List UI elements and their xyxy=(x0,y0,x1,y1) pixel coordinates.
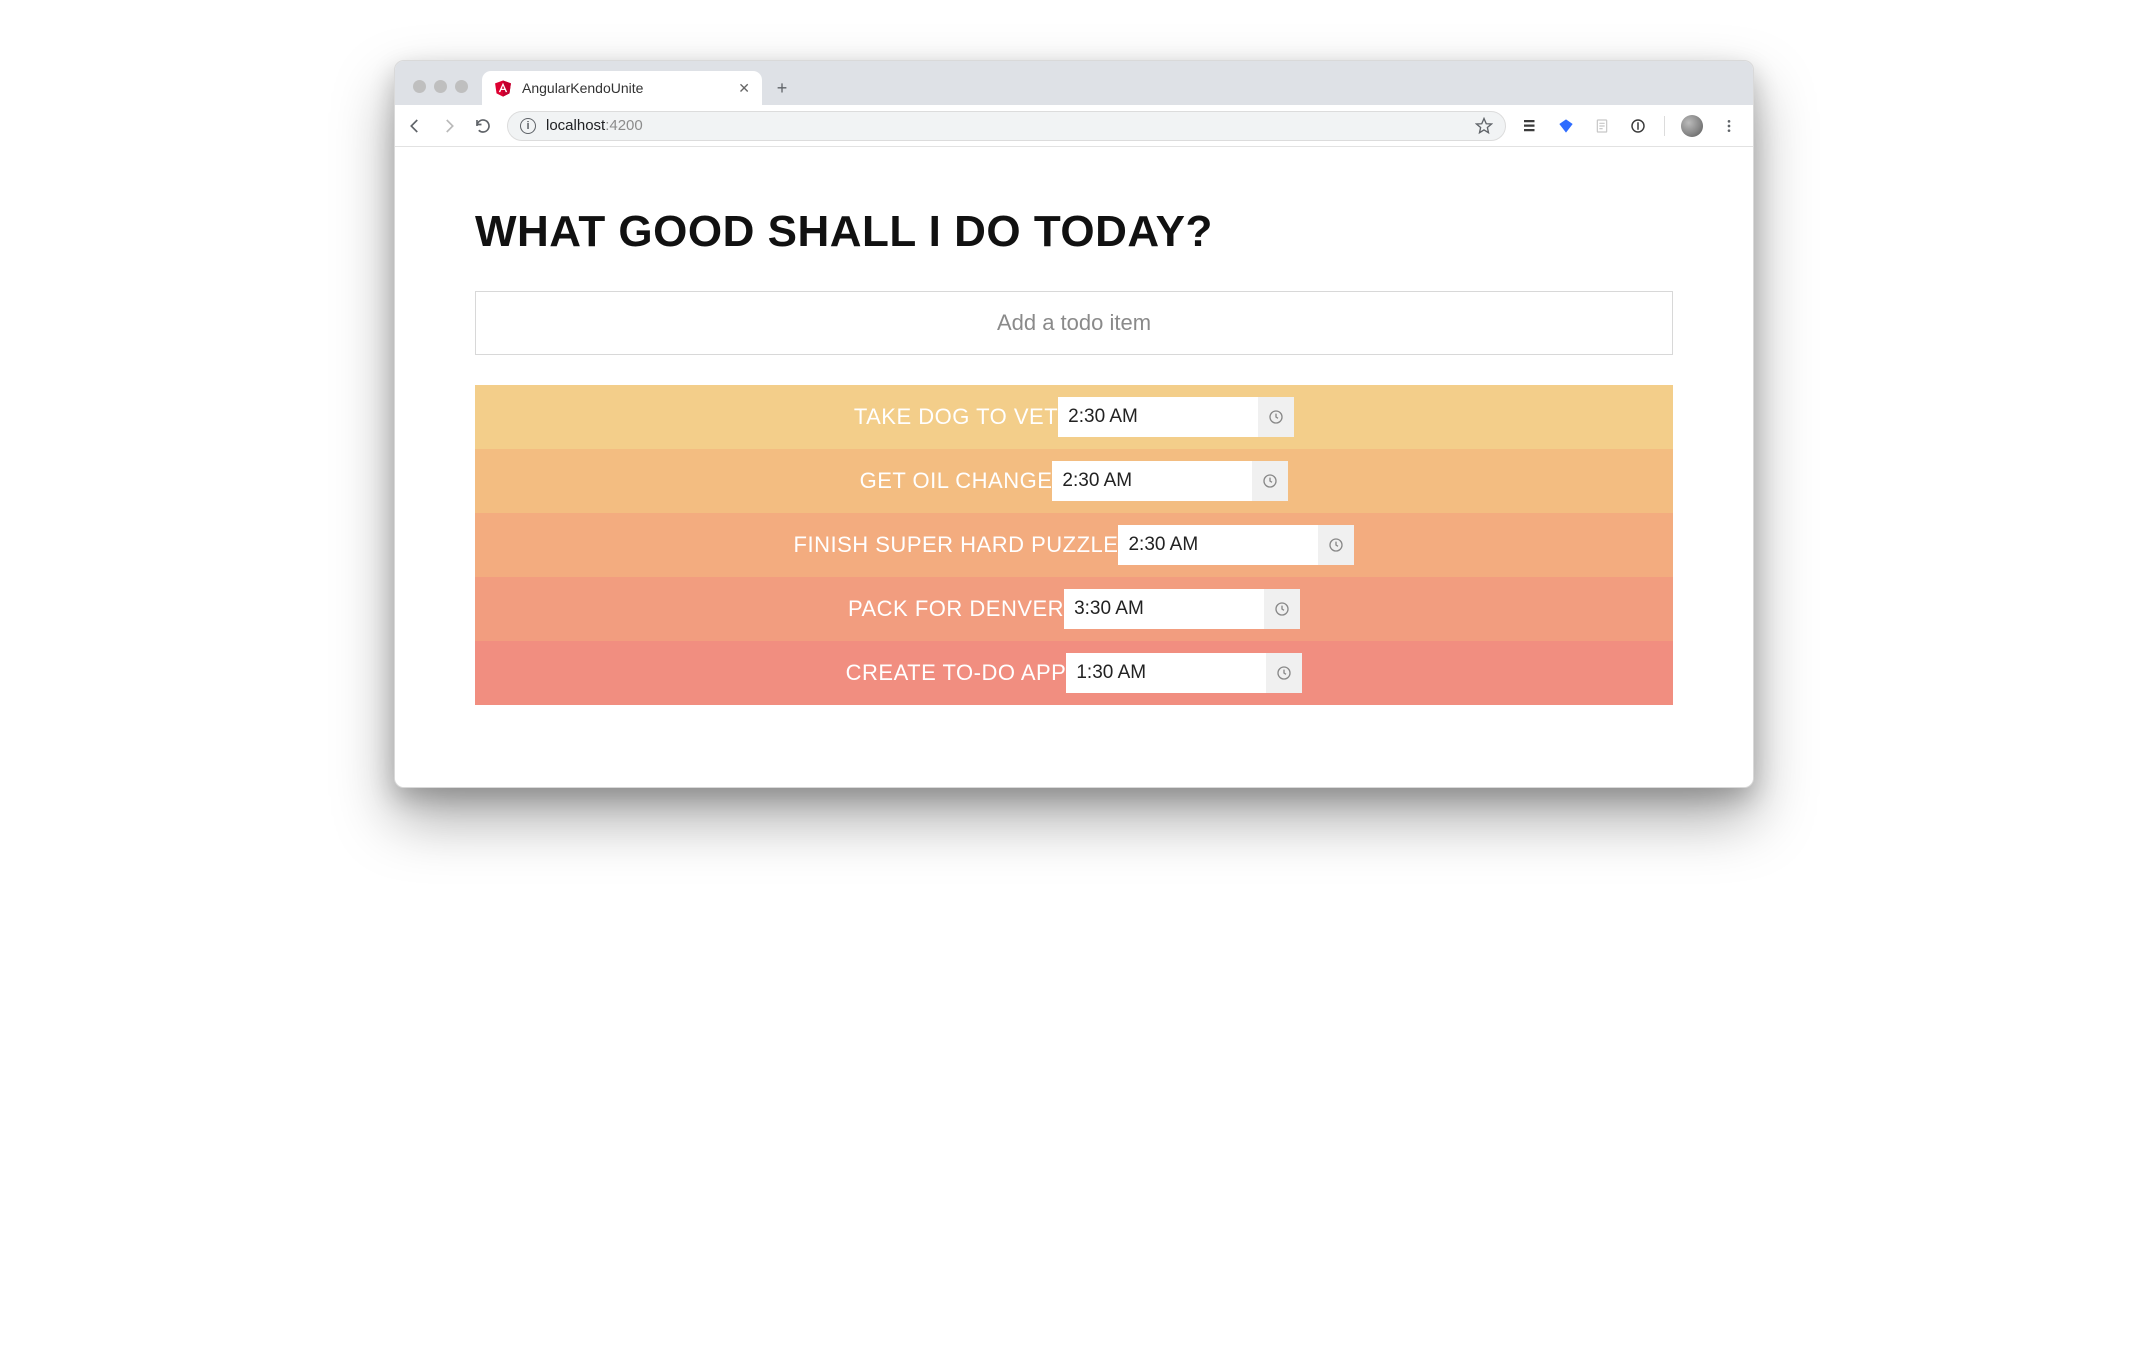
clock-icon xyxy=(1276,665,1292,681)
time-input[interactable] xyxy=(1052,461,1252,501)
tab-strip: AngularKendoUnite ✕ + xyxy=(395,61,1753,105)
new-tab-button[interactable]: + xyxy=(768,74,796,102)
address-bar[interactable]: i localhost:4200 xyxy=(507,111,1506,141)
page-viewport: WHAT GOOD SHALL I DO TODAY? TAKE DOG TO … xyxy=(395,147,1753,787)
url-host: localhost xyxy=(546,117,605,134)
page-heading: WHAT GOOD SHALL I DO TODAY? xyxy=(475,207,1673,257)
site-info-icon[interactable]: i xyxy=(520,118,536,134)
time-picker xyxy=(1058,397,1294,437)
forward-button[interactable] xyxy=(439,116,459,136)
tab-title: AngularKendoUnite xyxy=(522,80,728,96)
url-port: :4200 xyxy=(605,117,643,134)
toolbar-separator xyxy=(1664,116,1665,136)
tab-close-icon[interactable]: ✕ xyxy=(738,81,750,95)
reload-button[interactable] xyxy=(473,116,493,136)
todo-row: GET OIL CHANGE xyxy=(475,449,1673,513)
todo-label: GET OIL CHANGE xyxy=(860,468,1053,494)
url-text: localhost:4200 xyxy=(546,117,643,134)
extension-circle-icon[interactable] xyxy=(1628,116,1648,136)
time-picker-button[interactable] xyxy=(1258,397,1294,437)
time-picker xyxy=(1066,653,1302,693)
todo-label: TAKE DOG TO VET xyxy=(854,404,1058,430)
todo-label: PACK FOR DENVER xyxy=(848,596,1064,622)
extension-diamond-icon[interactable] xyxy=(1556,116,1576,136)
time-picker xyxy=(1118,525,1354,565)
window-close-dot[interactable] xyxy=(413,80,426,93)
browser-window: AngularKendoUnite ✕ + i localhost:4200 xyxy=(394,60,1754,788)
window-maximize-dot[interactable] xyxy=(455,80,468,93)
time-input[interactable] xyxy=(1118,525,1318,565)
todo-label: FINISH SUPER HARD PUZZLE xyxy=(794,532,1119,558)
browser-toolbar: i localhost:4200 xyxy=(395,105,1753,147)
back-button[interactable] xyxy=(405,116,425,136)
time-input[interactable] xyxy=(1066,653,1266,693)
time-input[interactable] xyxy=(1064,589,1264,629)
clock-icon xyxy=(1268,409,1284,425)
profile-avatar[interactable] xyxy=(1681,115,1703,137)
browser-tab[interactable]: AngularKendoUnite ✕ xyxy=(482,71,762,105)
extension-doc-icon[interactable] xyxy=(1592,116,1612,136)
bookmark-star-icon[interactable] xyxy=(1475,117,1493,135)
add-todo-input[interactable] xyxy=(475,291,1673,355)
todo-list: TAKE DOG TO VET GET OIL CHANGE FINISH SUPE… xyxy=(475,385,1673,705)
clock-icon xyxy=(1328,537,1344,553)
time-picker-button[interactable] xyxy=(1266,653,1302,693)
angular-icon xyxy=(494,79,512,97)
extension-layers-icon[interactable] xyxy=(1520,116,1540,136)
todo-row: CREATE TO-DO APP xyxy=(475,641,1673,705)
todo-row: PACK FOR DENVER xyxy=(475,577,1673,641)
clock-icon xyxy=(1262,473,1278,489)
time-picker xyxy=(1064,589,1300,629)
clock-icon xyxy=(1274,601,1290,617)
time-picker-button[interactable] xyxy=(1264,589,1300,629)
time-input[interactable] xyxy=(1058,397,1258,437)
window-controls xyxy=(407,80,476,105)
toolbar-right xyxy=(1520,115,1743,137)
time-picker xyxy=(1052,461,1288,501)
todo-row: TAKE DOG TO VET xyxy=(475,385,1673,449)
time-picker-button[interactable] xyxy=(1252,461,1288,501)
browser-menu-icon[interactable] xyxy=(1719,116,1739,136)
todo-row: FINISH SUPER HARD PUZZLE xyxy=(475,513,1673,577)
window-minimize-dot[interactable] xyxy=(434,80,447,93)
time-picker-button[interactable] xyxy=(1318,525,1354,565)
todo-label: CREATE TO-DO APP xyxy=(846,660,1067,686)
